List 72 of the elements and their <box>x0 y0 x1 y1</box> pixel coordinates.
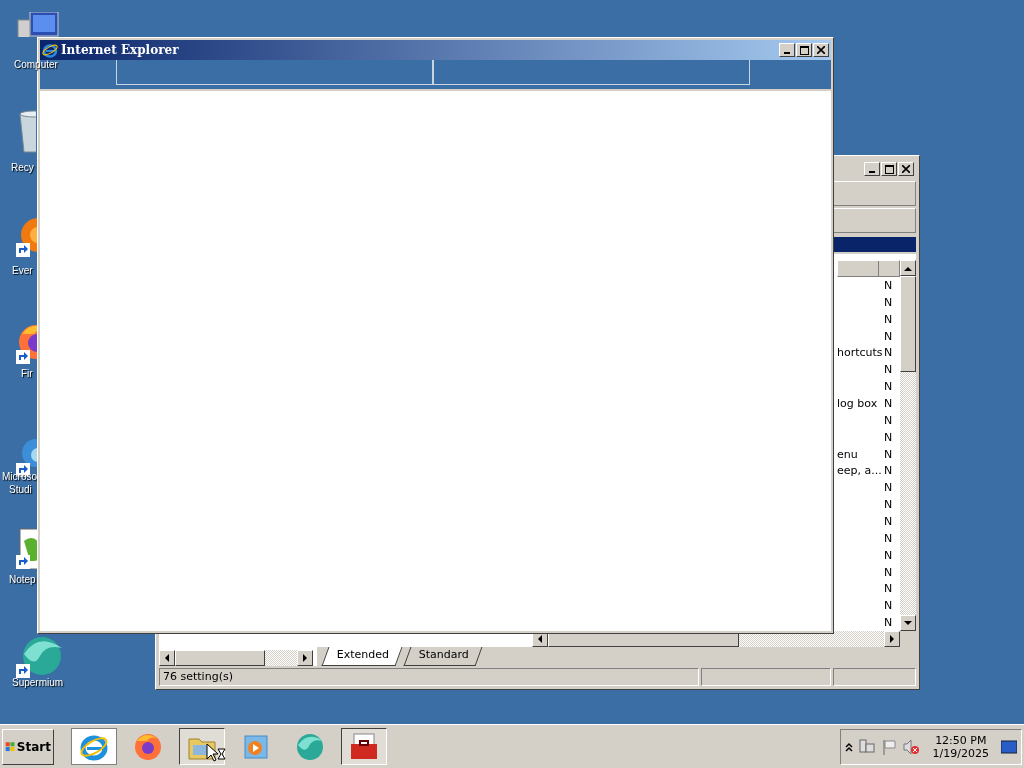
chevron-up-icon[interactable] <box>844 741 853 752</box>
close-icon <box>817 46 825 54</box>
table-cell-text: N <box>884 498 894 512</box>
table-cell: log box <box>837 396 878 410</box>
table-cell-text: N <box>884 565 894 579</box>
show-desktop-icon[interactable] <box>1001 739 1017 754</box>
desktop-icon-label: Recy <box>11 162 34 173</box>
clock-date[interactable]: 1/19/2025 <box>932 746 989 760</box>
table-cell-text: N <box>884 447 894 461</box>
table-cell-text: N <box>884 548 894 562</box>
up-arrow-icon[interactable] <box>904 265 912 271</box>
ie-logo-icon <box>42 42 58 58</box>
table-cell-text: N <box>884 413 894 427</box>
table-cell-text: N <box>884 514 894 528</box>
table-cell-text: N <box>884 616 894 630</box>
left-arrow-icon[interactable] <box>537 635 543 643</box>
table-cell-text: N <box>884 582 894 596</box>
table-cell-text: N <box>884 599 894 613</box>
table-cell-text: N <box>884 531 894 545</box>
minimize-button[interactable] <box>864 162 880 176</box>
down-arrow-icon[interactable] <box>904 620 912 626</box>
column-header[interactable] <box>837 260 900 277</box>
recycle-bin-icon[interactable] <box>16 110 36 154</box>
desktop-icon-label: Supermium <box>12 677 64 688</box>
desktop-icon-label: Fir <box>21 368 33 379</box>
view-tab[interactable]: Extended <box>321 647 403 666</box>
muted-speaker-icon[interactable] <box>902 738 919 755</box>
close-button[interactable] <box>813 43 829 57</box>
table-cell-text: N <box>884 312 894 326</box>
toolbox-icon <box>348 731 380 762</box>
table-cell: hortcuts <box>837 346 883 360</box>
table-cell-text: N <box>884 363 894 377</box>
window-title: Internet Explorer <box>61 43 179 57</box>
desktop-icon-label: Ever <box>12 265 33 276</box>
firefox-icon <box>133 731 163 762</box>
table-cell: eep, a... <box>837 464 882 478</box>
table-cell-text: N <box>884 346 894 360</box>
table-cell-text: N <box>884 329 894 343</box>
supermium-icon <box>294 731 326 762</box>
flag-icon[interactable] <box>880 738 897 755</box>
horizontal-scrollbar[interactable] <box>159 650 313 666</box>
table-cell-text: N <box>884 464 894 478</box>
taskbar-button[interactable] <box>341 728 387 765</box>
status-text: 76 setting(s) <box>159 668 699 686</box>
notepad-icon[interactable] <box>16 527 37 569</box>
clock-time[interactable]: 12:50 PM <box>935 733 987 747</box>
taskbar-button[interactable] <box>179 728 225 765</box>
right-arrow-icon[interactable] <box>889 635 895 643</box>
table-cell-text: N <box>884 380 894 394</box>
table-cell-text: N <box>884 295 894 309</box>
maximize-icon <box>884 164 894 174</box>
table-cell-text: N <box>884 278 894 292</box>
minimize-button[interactable] <box>779 43 795 57</box>
close-button[interactable] <box>898 162 914 176</box>
left-arrow-icon[interactable] <box>164 654 170 662</box>
desktop-icon-label: Microso <box>2 471 37 482</box>
start-button[interactable]: Start <box>2 728 54 765</box>
maximize-icon <box>799 45 809 55</box>
table-cell-text: N <box>884 430 894 444</box>
desktop-icon-label: Notep <box>9 574 36 585</box>
busy-cursor-icon <box>206 743 226 763</box>
desktop-icon-label: Studi <box>9 484 32 495</box>
table-cell-text: N <box>884 481 894 495</box>
close-icon <box>902 165 910 173</box>
table-cell-text: N <box>884 396 894 410</box>
view-tab[interactable]: Standard <box>403 647 483 666</box>
right-arrow-icon[interactable] <box>302 654 308 662</box>
maximize-button[interactable] <box>881 162 897 176</box>
vertical-scrollbar[interactable] <box>900 260 916 631</box>
table-cell: enu <box>837 447 858 461</box>
maximize-button[interactable] <box>796 43 812 57</box>
network-icon[interactable] <box>858 738 875 755</box>
